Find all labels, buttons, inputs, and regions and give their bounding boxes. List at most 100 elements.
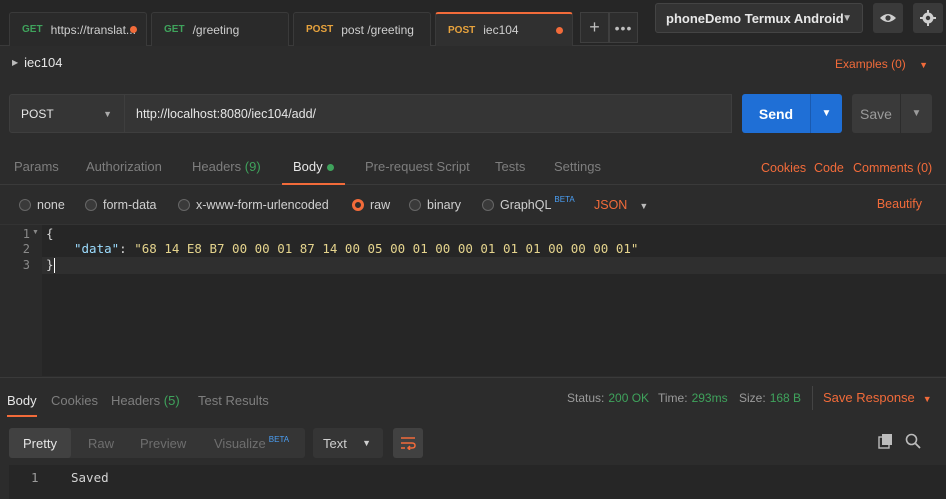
response-body[interactable]: 1 Saved <box>9 465 946 499</box>
tab-title: post /greeting <box>341 22 414 37</box>
body-label: Body <box>293 159 323 174</box>
wrap-lines-button[interactable] <box>393 428 423 458</box>
view-visualize[interactable]: Visualize BETA <box>214 435 289 451</box>
comments-link[interactable]: Comments (0) <box>853 161 932 175</box>
save-button[interactable]: Save ▼ <box>852 94 932 133</box>
status-indicator: Status: 200 OK <box>567 391 649 405</box>
radio-raw[interactable]: raw <box>352 198 390 212</box>
url-value: http://localhost:8080/iec104/add/ <box>136 106 316 121</box>
line-number: 1 <box>22 227 30 241</box>
view-pretty[interactable]: Pretty <box>9 428 71 458</box>
examples-label: Examples (0) <box>835 57 906 71</box>
tab-greeting[interactable]: GET /greeting <box>151 12 289 46</box>
new-tab-button[interactable]: + <box>580 12 609 43</box>
tab-post-greeting[interactable]: POST post /greeting <box>293 12 431 46</box>
search-icon[interactable] <box>905 433 921 452</box>
chevron-down-icon: ▼ <box>922 394 932 404</box>
unsaved-dot <box>556 27 563 34</box>
tab-iec104[interactable]: POST iec104 <box>435 12 573 46</box>
radio-form-data[interactable]: form-data <box>85 198 157 212</box>
save-label: Save <box>860 105 892 122</box>
chevron-down-icon: ▼ <box>639 201 649 211</box>
time-label: Time: <box>658 391 688 405</box>
save-response-button[interactable]: Save Response ▼ <box>823 390 932 405</box>
beautify-button[interactable]: Beautify <box>877 197 922 211</box>
view-preview[interactable]: Preview <box>140 436 186 451</box>
radio-none[interactable]: none <box>19 198 65 212</box>
closing-brace: } <box>46 257 54 272</box>
url-input[interactable]: http://localhost:8080/iec104/add/ <box>125 94 732 133</box>
environment-quick-look-button[interactable] <box>873 3 903 33</box>
chevron-down-icon: ▼ <box>362 438 371 448</box>
radio-circle <box>482 199 494 211</box>
response-format-select[interactable]: Text ▼ <box>313 428 383 458</box>
radio-circle <box>178 199 190 211</box>
size-label: Size: <box>739 391 766 405</box>
tab-settings[interactable]: Settings <box>554 159 601 185</box>
manage-environments-button[interactable] <box>913 3 943 33</box>
radio-circle-selected <box>352 199 364 211</box>
code-line-2: "data": "68 14 E8 B7 00 00 01 87 14 00 0… <box>74 241 638 256</box>
request-name[interactable]: ▶ iec104 <box>12 55 62 70</box>
time-value: 293ms <box>691 391 728 405</box>
headers-label: Headers <box>192 159 242 174</box>
radio-circle <box>409 199 421 211</box>
json-value: "68 14 E8 B7 00 00 01 87 14 00 05 00 01 … <box>134 241 639 256</box>
json-colon: : <box>119 241 135 256</box>
method-select[interactable]: POST ▼ <box>9 94 125 133</box>
tab-title: /greeting <box>192 22 240 37</box>
wrap-icon <box>401 437 416 450</box>
response-tab-cookies[interactable]: Cookies <box>51 393 98 417</box>
fold-arrow-icon[interactable]: ▼ <box>32 229 39 236</box>
code-line-1: { <box>46 226 54 241</box>
tab-method: GET <box>22 24 43 35</box>
radio-circle <box>85 199 97 211</box>
tab-body[interactable]: Body <box>282 159 345 185</box>
more-tabs-button[interactable]: ••• <box>609 12 638 43</box>
json-key: "data" <box>74 241 120 256</box>
response-tab-headers[interactable]: Headers (5) <box>111 393 180 417</box>
request-tab-bar: GET https://translat... GET /greeting PO… <box>0 0 946 46</box>
response-tab-test-results[interactable]: Test Results <box>198 393 269 417</box>
line-gutter: 1 ▼ 2 3 <box>0 225 42 377</box>
radio-circle <box>19 199 31 211</box>
unsaved-dot <box>130 26 137 33</box>
tab-authorization[interactable]: Authorization <box>86 159 162 185</box>
response-tab-body[interactable]: Body <box>7 393 37 417</box>
line-number: 2 <box>22 242 30 256</box>
chevron-down-icon[interactable]: ▼ <box>901 108 932 119</box>
tab-pre-request-script[interactable]: Pre-request Script <box>365 159 470 185</box>
size-indicator: Size: 168 B <box>739 391 801 405</box>
chevron-down-icon: ▼ <box>919 60 928 70</box>
request-subtabs: Params Authorization Headers (9) Body Pr… <box>0 153 946 185</box>
cookies-link[interactable]: Cookies <box>761 161 806 175</box>
request-name-label: iec104 <box>24 55 63 70</box>
tab-params[interactable]: Params <box>14 159 59 185</box>
view-raw[interactable]: Raw <box>88 436 114 451</box>
radio-label: GraphQL <box>500 198 552 212</box>
format-label: Text <box>323 435 347 451</box>
tab-tests[interactable]: Tests <box>495 159 525 185</box>
chevron-down-icon[interactable]: ▼ <box>811 108 842 119</box>
body-editor[interactable]: 1 ▼ 2 3 { "data": "68 14 E8 B7 00 00 01 … <box>0 224 946 377</box>
tab-translate[interactable]: GET https://translat... <box>9 12 147 46</box>
code-link[interactable]: Code <box>814 161 844 175</box>
environment-selector[interactable]: phoneDemo Termux Android ▼ <box>655 3 863 33</box>
line-number: 1 <box>31 470 39 485</box>
radio-urlencoded[interactable]: x-www-form-urlencoded <box>178 198 329 212</box>
body-format-select[interactable]: JSON ▼ <box>594 198 648 212</box>
examples-dropdown[interactable]: Examples (0) ▼ <box>835 57 928 71</box>
send-button[interactable]: Send ▼ <box>742 94 842 133</box>
response-view-switcher: Pretty Raw Preview Visualize BETA <box>9 428 305 458</box>
beta-badge: BETA <box>554 194 575 204</box>
tab-headers[interactable]: Headers (9) <box>192 159 261 185</box>
radio-binary[interactable]: binary <box>409 198 461 212</box>
radio-graphql[interactable]: GraphQL BETA <box>482 194 575 212</box>
send-label: Send <box>758 105 794 122</box>
radio-label: none <box>37 198 65 212</box>
modified-dot <box>326 164 334 172</box>
environment-label: phoneDemo Termux Android <box>666 10 844 26</box>
copy-icon[interactable] <box>878 433 894 452</box>
response-panel: Body Cookies Headers (5) Test Results St… <box>0 377 946 499</box>
status-label: Status: <box>567 391 605 405</box>
